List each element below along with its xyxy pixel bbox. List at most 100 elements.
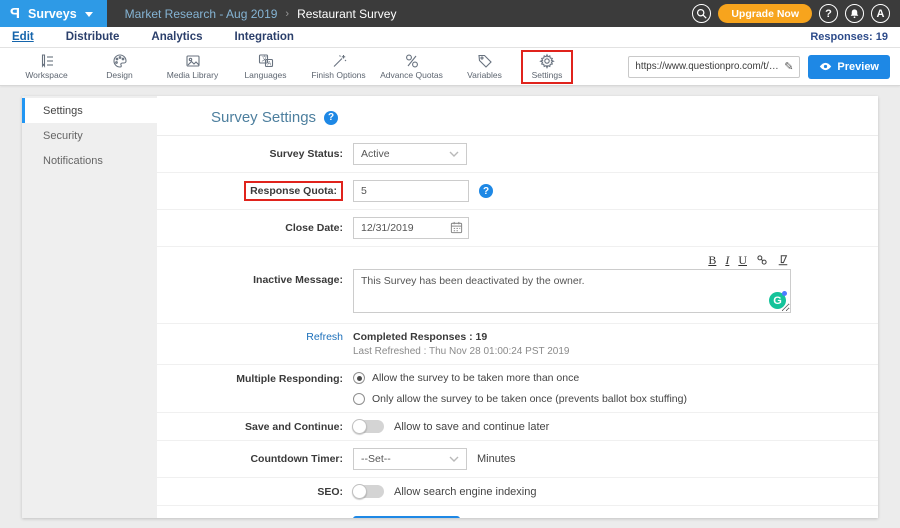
account-avatar[interactable]: A	[871, 4, 890, 23]
inactive-message-label: Inactive Message:	[157, 254, 353, 286]
save-continue-description: Allow to save and continue later	[394, 421, 549, 433]
toolbar-item-design[interactable]: Design	[83, 53, 156, 80]
countdown-timer-select[interactable]: --Set--	[353, 448, 467, 470]
breadcrumb-parent[interactable]: Market Research - Aug 2019	[125, 7, 278, 21]
underline-button[interactable]: U	[738, 254, 747, 266]
survey-status-label: Survey Status:	[157, 148, 353, 160]
toolbar-item-workspace[interactable]: Workspace	[10, 53, 83, 80]
edit-toolbar: Workspace Design Media Library 文A Langua…	[0, 48, 900, 86]
responses-count[interactable]: Responses: 19	[810, 31, 888, 43]
search-button[interactable]	[692, 4, 711, 23]
survey-url-box: ✎	[628, 56, 800, 78]
sidebar-item-security[interactable]: Security	[22, 123, 157, 148]
breadcrumb-separator: ›	[285, 8, 289, 20]
toolbar-item-finish-options[interactable]: Finish Options	[302, 53, 375, 80]
radio-unselected-icon	[353, 393, 365, 405]
survey-status-select[interactable]: Active	[353, 143, 467, 165]
quota-links-icon	[404, 53, 420, 69]
response-quota-row: Response Quota: ?	[157, 173, 878, 210]
preview-button[interactable]: Preview	[808, 55, 890, 79]
seo-description: Allow search engine indexing	[394, 486, 536, 498]
save-continue-row: Save and Continue: Allow to save and con…	[157, 413, 878, 441]
workspace-icon	[39, 53, 55, 69]
chevron-down-icon	[449, 456, 459, 462]
toolbar-item-settings[interactable]: Settings	[521, 50, 573, 84]
seo-row: SEO: Allow search engine indexing	[157, 478, 878, 506]
save-changes-button[interactable]: Save Changes	[353, 516, 460, 518]
tag-icon	[477, 53, 493, 69]
search-icon	[696, 8, 707, 19]
seo-toggle[interactable]	[353, 485, 384, 498]
radio-allow-multiple[interactable]: Allow the survey to be taken more than o…	[353, 372, 687, 384]
settings-panel: Settings Security Notifications Survey S…	[22, 96, 878, 518]
inactive-message-row: Inactive Message: B I U	[157, 247, 878, 324]
grammarly-icon[interactable]: G	[769, 292, 786, 309]
gear-icon	[539, 53, 555, 69]
page-body: Settings Security Notifications Survey S…	[0, 86, 900, 528]
toolbar-item-advance-quotas[interactable]: Advance Quotas	[375, 53, 448, 80]
response-quota-input[interactable]	[353, 180, 469, 202]
page-title: Survey Settings	[211, 109, 316, 126]
translate-icon: 文A	[258, 53, 274, 69]
completed-responses-text: Completed Responses : 19	[353, 331, 569, 343]
countdown-minutes-suffix: Minutes	[477, 453, 516, 465]
sidebar-item-notifications[interactable]: Notifications	[22, 148, 157, 173]
caret-down-icon	[85, 12, 93, 17]
wand-icon	[331, 53, 347, 69]
settings-content: Survey Settings ? Survey Status: Active …	[157, 96, 878, 518]
title-help-icon[interactable]: ?	[324, 111, 338, 125]
chevron-down-icon	[449, 151, 459, 157]
toolbar-item-media-library[interactable]: Media Library	[156, 53, 229, 80]
radio-selected-icon	[353, 372, 365, 384]
tab-integration[interactable]: Integration	[235, 31, 294, 43]
breadcrumb-current: Restaurant Survey	[297, 7, 396, 21]
tab-distribute[interactable]: Distribute	[66, 31, 120, 43]
settings-sidebar: Settings Security Notifications	[22, 96, 157, 518]
response-quota-help-icon[interactable]: ?	[479, 184, 493, 198]
responses-stats-row: Refresh Completed Responses : 19 Last Re…	[157, 324, 878, 365]
sidebar-item-settings[interactable]: Settings	[22, 98, 157, 123]
survey-status-row: Survey Status: Active	[157, 136, 878, 173]
edit-url-icon[interactable]: ✎	[784, 60, 793, 73]
save-row: Save Changes	[157, 506, 878, 518]
multiple-responding-label: Multiple Responding:	[157, 372, 353, 385]
toolbar-item-languages[interactable]: 文A Languages	[229, 53, 302, 80]
help-button[interactable]: ?	[819, 4, 838, 23]
breadcrumb: Market Research - Aug 2019 › Restaurant …	[107, 0, 397, 27]
inactive-message-textarea[interactable]: This Survey has been deactivated by the …	[353, 269, 791, 313]
multiple-responding-row: Multiple Responding: Allow the survey to…	[157, 365, 878, 413]
top-navbar: P Surveys Market Research - Aug 2019 › R…	[0, 0, 900, 27]
countdown-timer-row: Countdown Timer: --Set-- Minutes	[157, 441, 878, 478]
link-icon[interactable]	[756, 254, 768, 266]
surveys-product-menu[interactable]: P Surveys	[0, 0, 107, 27]
seo-label: SEO:	[157, 486, 353, 498]
save-continue-label: Save and Continue:	[157, 421, 353, 433]
image-icon	[185, 53, 201, 69]
refresh-link[interactable]: Refresh	[306, 331, 343, 343]
toolbar-item-variables[interactable]: Variables	[448, 53, 521, 80]
tab-edit[interactable]: Edit	[12, 31, 34, 43]
product-menu-label: Surveys	[28, 7, 77, 21]
survey-url-input[interactable]	[635, 61, 780, 72]
clear-formatting-icon[interactable]	[777, 254, 789, 266]
palette-icon	[112, 53, 128, 69]
topbar-actions: Upgrade Now ? A	[692, 0, 900, 27]
close-date-row: Close Date:	[157, 210, 878, 247]
content-header: Survey Settings ?	[157, 96, 878, 136]
save-continue-toggle[interactable]	[353, 420, 384, 433]
tab-analytics[interactable]: Analytics	[151, 31, 202, 43]
svg-text:A: A	[267, 62, 271, 68]
calendar-icon[interactable]	[450, 221, 463, 237]
upgrade-now-button[interactable]: Upgrade Now	[718, 4, 812, 23]
bell-icon	[849, 8, 860, 19]
close-date-label: Close Date:	[157, 222, 353, 234]
bold-button[interactable]: B	[708, 254, 716, 266]
countdown-timer-label: Countdown Timer:	[157, 453, 353, 465]
radio-allow-once[interactable]: Only allow the survey to be taken once (…	[353, 393, 687, 405]
questionpro-logo-icon: P	[10, 6, 20, 21]
section-tabs: Edit Distribute Analytics Integration Re…	[0, 27, 900, 48]
notifications-button[interactable]	[845, 4, 864, 23]
format-toolbar: B I U	[353, 254, 791, 269]
response-quota-label: Response Quota:	[244, 181, 343, 201]
italic-button[interactable]: I	[725, 254, 729, 266]
